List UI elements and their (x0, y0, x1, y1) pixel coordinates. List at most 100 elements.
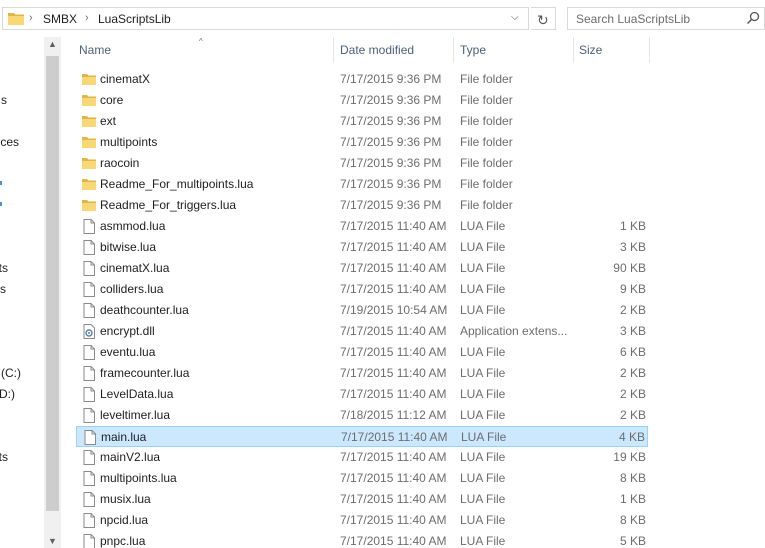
file-row[interactable]: npcid.lua 7/17/2015 11:40 AM LUA File 8 KB (76, 510, 648, 531)
file-row[interactable]: core 7/17/2015 9:36 PM File folder (76, 90, 648, 111)
file-icon (83, 345, 95, 360)
file-size: 2 KB (619, 366, 646, 380)
column-headers: ^ Name Date modified Type Size (61, 37, 765, 63)
column-header-type[interactable]: Type (460, 43, 486, 57)
file-size: 2 KB (619, 387, 646, 401)
breadcrumb-luascriptslib[interactable]: LuaScriptsLib (98, 12, 171, 26)
file-name: encrypt.dll (100, 324, 155, 338)
file-date-modified: 7/17/2015 11:40 AM (340, 240, 447, 254)
file-date-modified: 7/17/2015 9:36 PM (340, 114, 442, 128)
file-icon (83, 471, 95, 486)
scroll-up-icon[interactable]: ▲ (48, 39, 57, 49)
file-icon (83, 408, 95, 423)
file-row[interactable]: ext 7/17/2015 9:36 PM File folder (76, 111, 648, 132)
file-type: LUA File (460, 282, 506, 296)
file-date-modified: 7/17/2015 11:40 AM (340, 387, 447, 401)
file-date-modified: 7/17/2015 11:40 AM (340, 534, 447, 548)
address-bar[interactable]: › SMBX › LuaScriptsLib ⌵ (2, 7, 529, 30)
refresh-button[interactable]: ↻ (531, 7, 556, 30)
file-type: File folder (460, 93, 513, 107)
file-type: LUA File (461, 430, 507, 444)
file-date-modified: 7/17/2015 9:36 PM (340, 156, 442, 170)
file-type: Application extens... (460, 324, 568, 338)
file-size: 90 KB (613, 261, 646, 275)
file-name: cinematX.lua (100, 261, 170, 275)
file-name: core (100, 93, 124, 107)
folder-icon (82, 158, 96, 169)
search-icon[interactable] (746, 11, 760, 25)
breadcrumb-separator[interactable]: › (29, 12, 33, 24)
nav-item-marker (0, 181, 2, 185)
file-row[interactable]: mainV2.lua 7/17/2015 11:40 AM LUA File 19 K… (76, 447, 648, 468)
file-name: eventu.lua (100, 345, 156, 359)
file-row[interactable]: bitwise.lua 7/17/2015 11:40 AM LUA File 3 K… (76, 237, 648, 258)
file-row[interactable]: main.lua 7/17/2015 11:40 AM LUA File 4 KB (76, 426, 648, 447)
file-name: multipoints (100, 135, 158, 149)
file-icon (83, 534, 95, 548)
address-bar-region: › SMBX › LuaScriptsLib ⌵ ↻ Search LuaScr… (0, 0, 765, 37)
file-size: 1 KB (619, 492, 646, 506)
scroll-down-icon[interactable]: ▼ (48, 536, 57, 546)
column-header-size[interactable]: Size (579, 43, 602, 57)
navigation-pane: s ces ts s (C:) D:) ts (0, 37, 44, 548)
file-date-modified: 7/17/2015 11:40 AM (340, 345, 447, 359)
file-icon (83, 282, 95, 297)
column-divider[interactable] (333, 37, 334, 63)
file-name: LevelData.lua (100, 387, 174, 401)
file-size: 5 KB (619, 534, 646, 548)
file-row[interactable]: framecounter.lua 7/17/2015 11:40 AM LUA Fi… (76, 363, 648, 384)
file-type: LUA File (460, 387, 506, 401)
file-row[interactable]: Readme_For_multipoints.lua 7/17/2015 9:36… (76, 174, 648, 195)
file-row[interactable]: multipoints.lua 7/17/2015 11:40 AM LUA Fil… (76, 468, 648, 489)
file-row[interactable]: Readme_For_triggers.lua 7/17/2015 9:36 PM… (76, 195, 648, 216)
breadcrumb-separator[interactable]: › (85, 12, 89, 24)
file-size: 9 KB (619, 282, 646, 296)
file-icon (83, 219, 95, 234)
dll-icon (83, 324, 95, 339)
file-name: deathcounter.lua (100, 303, 189, 317)
file-size: 8 KB (619, 471, 646, 485)
scrollbar-thumb[interactable] (46, 56, 59, 511)
file-row[interactable]: cinematX.lua 7/17/2015 11:40 AM LUA File 90… (76, 258, 648, 279)
file-icon (83, 303, 95, 318)
folder-icon (82, 116, 96, 127)
file-date-modified: 7/17/2015 11:40 AM (340, 324, 447, 338)
file-row[interactable]: asmmod.lua 7/17/2015 11:40 AM LUA File 1 KB (76, 216, 648, 237)
file-date-modified: 7/17/2015 9:36 PM (340, 135, 442, 149)
file-size: 2 KB (619, 303, 646, 317)
file-date-modified: 7/17/2015 9:36 PM (340, 177, 442, 191)
column-header-date[interactable]: Date modified (340, 43, 414, 57)
file-row[interactable]: leveltimer.lua 7/18/2015 11:12 AM LUA File… (76, 405, 648, 426)
file-row[interactable]: deathcounter.lua 7/19/2015 10:54 AM LUA Fi… (76, 300, 648, 321)
file-name: musix.lua (100, 492, 151, 506)
file-row[interactable]: pnpc.lua 7/17/2015 11:40 AM LUA File 5 KB (76, 531, 648, 548)
file-row[interactable]: encrypt.dll 7/17/2015 11:40 AM Application… (76, 321, 648, 342)
file-name: main.lua (101, 430, 147, 444)
file-type: LUA File (460, 219, 506, 233)
file-row[interactable]: musix.lua 7/17/2015 11:40 AM LUA File 1 KB (76, 489, 648, 510)
navigation-scrollbar[interactable]: ▲ ▼ (44, 37, 61, 548)
file-date-modified: 7/17/2015 9:36 PM (340, 72, 442, 86)
file-type: File folder (460, 198, 513, 212)
column-divider[interactable] (573, 37, 574, 63)
file-row[interactable]: multipoints 7/17/2015 9:36 PM File folder (76, 132, 648, 153)
file-row[interactable]: cinematX 7/17/2015 9:36 PM File folder (76, 69, 648, 90)
file-icon (83, 366, 95, 381)
file-row[interactable]: eventu.lua 7/17/2015 11:40 AM LUA File 6 KB (76, 342, 648, 363)
file-row[interactable]: LevelData.lua 7/17/2015 11:40 AM LUA File 2… (76, 384, 648, 405)
file-row[interactable]: colliders.lua 7/17/2015 11:40 AM LUA File 9… (76, 279, 648, 300)
file-size: 2 KB (619, 408, 646, 422)
column-divider[interactable] (453, 37, 454, 63)
breadcrumb-smbx[interactable]: SMBX (43, 12, 77, 26)
column-header-name[interactable]: Name (79, 43, 111, 57)
file-name: mainV2.lua (100, 450, 161, 464)
file-name: bitwise.lua (100, 240, 157, 254)
file-row[interactable]: raocoin 7/17/2015 9:36 PM File folder (76, 153, 648, 174)
chevron-down-icon[interactable]: ⌵ (511, 12, 519, 23)
file-date-modified: 7/17/2015 11:40 AM (340, 261, 447, 275)
column-divider[interactable] (649, 37, 650, 63)
file-name: pnpc.lua (100, 534, 146, 548)
file-icon (83, 513, 95, 528)
search-input[interactable]: Search LuaScriptsLib (567, 7, 765, 30)
file-date-modified: 7/17/2015 11:40 AM (341, 430, 448, 444)
